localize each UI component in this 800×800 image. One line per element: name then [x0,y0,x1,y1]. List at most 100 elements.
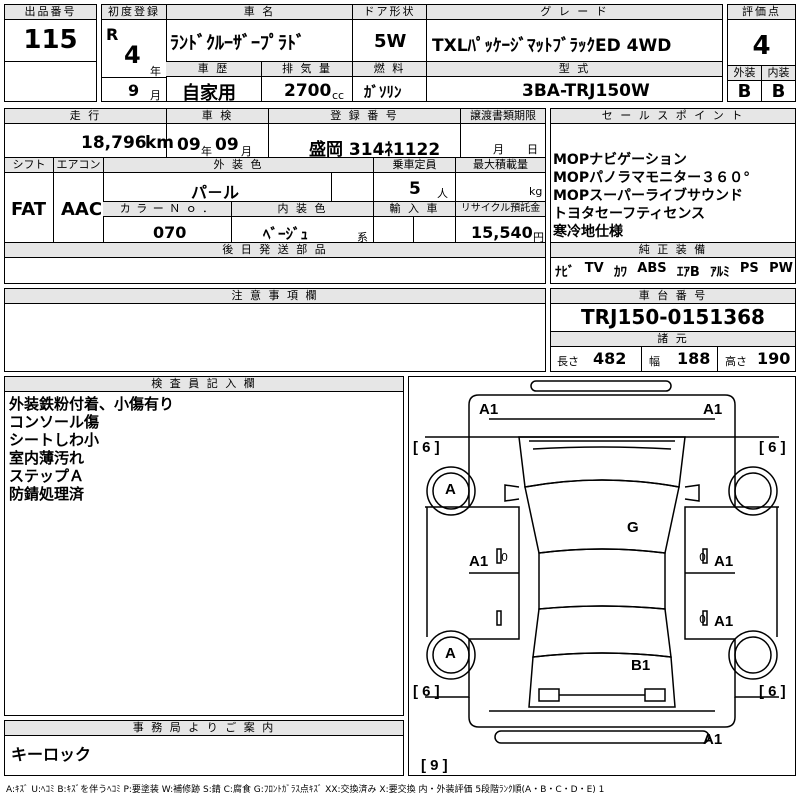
dims-label: 諸 元 [551,332,795,347]
shift: FAT [11,199,47,220]
mark-g-windshield: G [627,519,639,536]
mark-b1-tailgate: B1 [631,657,651,674]
ac: AAC [61,199,103,220]
fuel-label: 燃 料 [352,62,426,77]
ext-grade: B [737,81,752,102]
displacement-label: 排 気 量 [261,62,352,77]
spec-box: 走 行 車 検 登 録 番 号 譲渡書類期限 18,796 km 09 年 09… [4,108,546,284]
equip-item: PW [769,261,793,276]
ext-label: 外装 [728,66,761,81]
inspector-note: 外装鉄粉付着、小傷有り [9,395,175,413]
shift-label: シフト [5,158,53,173]
height-label: 高さ [725,355,747,368]
fuel: ｶﾞｿﾘﾝ [364,83,402,101]
equip-item: PS [739,261,759,276]
equip-item: ｶﾜ [614,265,627,280]
mark-6-top-left: [ 6 ] [413,439,440,456]
lot-number: 115 [23,25,78,55]
office-box: 事 務 局 よ り ご 案 内 キーロック [4,720,404,776]
sales-point: MOPパノラマモニター３６０° [553,170,751,186]
caution-label: 注 意 事 項 欄 [5,289,545,304]
plate-label: 登 録 番 号 [268,109,460,124]
color-no: 070 [153,223,187,242]
name-label: 車 名 [166,5,352,20]
mark-0-right-rear: 0 [699,613,706,626]
width-label: 幅 [649,355,660,368]
equip-item: ｱﾙﾐ [710,265,730,280]
recycle-fee: 15,540 [471,223,533,242]
height-value: 190 [757,349,791,368]
lot-box: 出品番号 115 [4,4,97,102]
inspector-notes: 外装鉄粉付着、小傷有り コンソール傷 シートしわ小 室内薄汚れ ステップＡ 防錆… [9,395,174,503]
sales-point: MOPナビゲーション [553,152,687,168]
month-unit: 月 [150,89,161,102]
color: パ－ル [191,183,240,202]
model: 3BA-TRJ150W [522,81,650,101]
first-reg-label: 初度登録 [102,5,166,20]
caution-box: 注 意 事 項 欄 [4,288,546,372]
car-diagram: A1 A1 [ 6 ] [ 6 ] A G A1 A1 A1 A B1 [ 6 … [408,376,796,776]
transfer-day: 日 [527,143,538,156]
transfer-month: 月 [493,143,504,156]
mark-a1-front-right: A1 [703,401,723,418]
car-name: ﾗﾝﾄﾞｸﾙｰｻﾞｰﾌﾟﾗﾄﾞ [170,33,305,54]
office-label: 事 務 局 よ り ご 案 内 [5,721,403,736]
sales-point: MOPスーパーライブサウンド [553,188,743,204]
inspector-note: シートしわ小 [9,431,100,449]
interior-color: ﾍﾞｰｼﾞｭ [263,225,309,243]
inspector-box: 検 査 員 記 入 欄 外装鉄粉付着、小傷有り コンソール傷 シートしわ小 室内… [4,376,404,716]
equip-item: ABS [637,261,667,276]
width-value: 188 [677,349,711,368]
load-label: 最大積載量 [455,158,545,173]
inspector-label: 検 査 員 記 入 欄 [5,377,403,392]
import-label: 輸 入 車 [373,202,455,217]
equipment-list: ﾅﾋﾞ TV ｶﾜ ABS ｴｱB ｱﾙﾐ PS PW [555,261,793,280]
sales-label: セ ー ル ス ポ イ ン ト [551,109,795,124]
grade-label: グ レ ー ド [426,5,722,20]
mark-a-rear-wheel: A [445,645,456,662]
mileage-label: 走 行 [5,109,166,124]
history: 自家用 [182,83,236,104]
score-label: 評価点 [728,5,795,20]
lot-label: 出品番号 [5,5,96,20]
mark-a1-right-rear-door: A1 [714,613,734,630]
inspection-label: 車 検 [166,109,268,124]
era: R [106,25,119,44]
chassis-label: 車 台 番 号 [551,289,795,304]
car-outline [425,380,779,744]
equip-item: ﾅﾋﾞ [555,265,575,280]
inspector-note: 防錆処理済 [9,485,85,503]
int-grade: B [771,81,786,102]
score-box: 評価点 4 外装 内装 B B [727,4,796,102]
recycle-label: リサイクル預託金 [455,202,545,217]
length-value: 482 [593,349,627,368]
capacity-unit: 人 [437,187,448,200]
int-label: 内装 [761,66,795,81]
color-no-label: カ ラ ー Ｎ ｏ ． [103,202,231,217]
length-label: 長さ [557,355,579,368]
sales-point: 寒冷地仕様 [553,224,623,240]
equip-item: ｴｱB [676,265,700,280]
mark-a-front-wheel: A [445,481,456,498]
mark-9-bottom: [ 9 ] [421,757,448,774]
insp-year: 09 [177,135,201,155]
capacity: 5 [409,179,421,199]
mileage: 18,796 [81,133,147,153]
delivery-label: 後 日 発 送 部 品 [5,243,545,258]
mark-0-right-front: 0 [699,551,706,564]
door-label: ドア形状 [352,5,426,20]
inspector-note: 室内薄汚れ [9,449,85,467]
mark-6-top-right: [ 6 ] [759,439,786,456]
sales-box: セ ー ル ス ポ イ ン ト MOPナビゲーション MOPパノラマモニター３６… [550,108,796,284]
sales-point: トヨタセーフティセンス [553,206,706,222]
displacement-unit: cc [332,89,345,102]
equip-item: TV [584,261,604,276]
reg-month: 9 [128,81,140,100]
model-label: 型 式 [426,62,722,77]
history-label: 車 歴 [166,62,261,77]
mileage-unit: km [145,133,175,153]
mark-a1-left-door: A1 [469,553,489,570]
transfer-label: 譲渡書類期限 [460,109,545,124]
score: 4 [752,31,771,61]
color-label: 外 装 色 [103,158,373,173]
